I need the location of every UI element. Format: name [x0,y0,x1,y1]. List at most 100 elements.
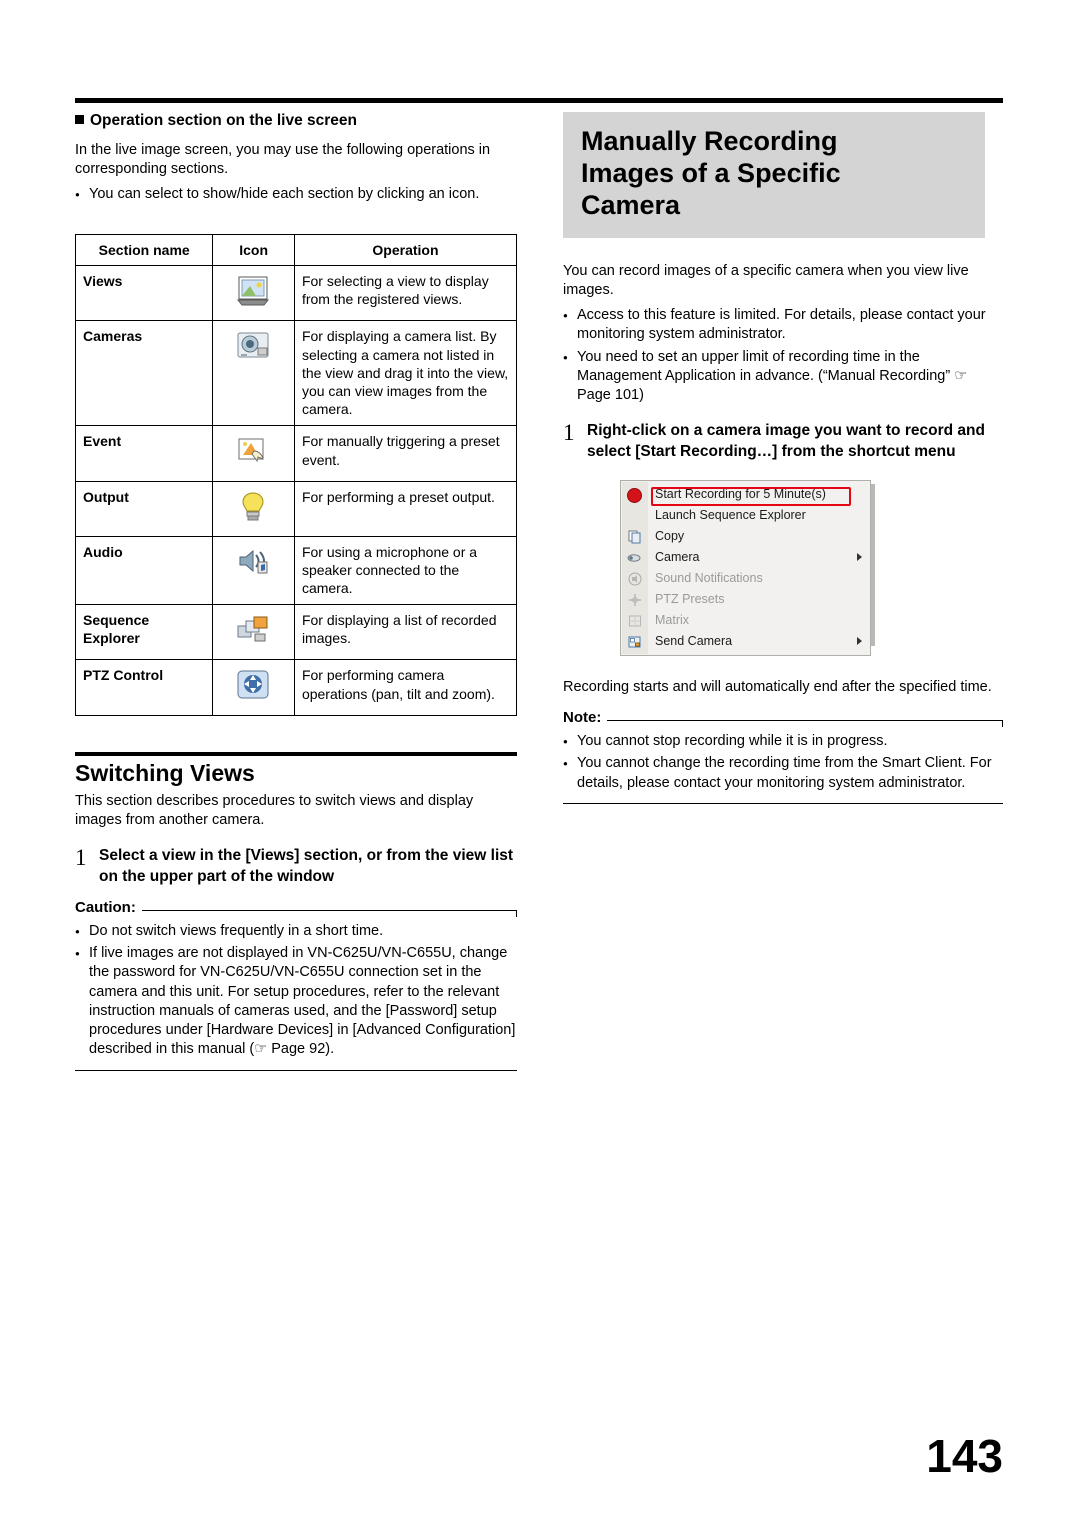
step-text: Right-click on a camera image you want t… [587,421,985,460]
event-icon [234,433,274,469]
menu-item-label: Camera [655,549,700,564]
cell-icon [212,480,295,537]
menu-item-label: Sound Notifications [655,570,763,585]
cell-operation: For displaying a camera list. By selecti… [293,320,518,427]
column-header-icon: Icon [212,233,295,267]
menu-item-label: Matrix [655,612,690,627]
table-row: Views For selecting a view to display fr… [74,265,518,322]
cell-operation: For performing a preset output. [293,480,518,537]
note-bottom-rule [563,802,1003,804]
list-item: Access to this feature is limited. For d… [563,306,1003,345]
step-number: 1 [75,844,87,870]
left-intro-paragraph: In the live image screen, you may use th… [75,141,491,177]
menu-item-label: Launch Sequence Explorer [655,507,806,522]
matrix-icon [627,613,643,629]
column-header-operation: Operation [293,233,518,267]
menu-item-label: Send Camera [655,633,733,648]
right-body: You can record images of a specific came… [563,262,1003,804]
caution-rule [141,909,518,917]
menu-item-sound-notifications[interactable]: Sound Notifications [621,568,870,589]
step-text: Select a view in the [Views] section, or… [99,846,514,885]
chapter-title-line-3: Camera [581,189,681,220]
chevron-right-icon [857,552,862,561]
list-item: You need to set an upper limit of record… [563,348,1003,406]
switching-views-step-1: 1 Select a view in the [Views] section, … [75,845,517,887]
caution-bottom-rule [75,1069,517,1071]
cell-section-name: Sequence Explorer [74,604,214,661]
caution-bullets: Do not switch views frequently in a shor… [75,922,517,1060]
audio-speaker-icon [234,544,274,580]
camera-icon [627,550,643,566]
cameras-icon [234,328,274,364]
menu-item-launch-sequence-explorer[interactable]: Launch Sequence Explorer [621,505,870,526]
document-page: Operation section on the live screen In … [0,0,1080,1527]
cell-section-name: Views [74,265,214,322]
table-row: Output For performing a preset output. [74,480,518,537]
sequence-explorer-icon [234,612,274,648]
note-label: Note: [563,708,602,726]
menu-item-label: PTZ Presets [655,591,725,606]
menu-item-ptz-presets[interactable]: PTZ Presets [621,589,870,610]
operation-section-heading-text: Operation section on the live screen [90,112,358,129]
ptz-control-icon [234,667,274,703]
table-row: Audio For using a microphone or a speake… [74,535,518,606]
caution-header: Caution: [75,898,518,917]
chevron-right-icon [857,636,862,645]
cell-operation: For manually triggering a preset event. [293,425,518,482]
menu-item-copy[interactable]: Copy [621,526,870,547]
cell-operation: For selecting a view to display from the… [293,265,518,322]
table-row: Event For manually triggering a preset e… [74,425,518,482]
menu-item-send-camera[interactable]: Send Camera [621,631,870,652]
right-column: Manually Recording Images of a Specific … [563,112,1003,804]
manual-recording-step-1: 1 Right-click on a camera image you want… [563,420,1003,462]
column-header-section-name: Section name [74,233,214,267]
cell-section-name-text: Sequence Explorer [83,612,150,647]
cell-icon [212,265,295,322]
shortcut-menu-figure: Start Recording for 5 Minute(s) Launch S… [620,479,875,656]
menu-item-camera[interactable]: Camera [621,547,870,568]
menu-item-matrix[interactable]: Matrix [621,610,870,631]
cell-section-name: Event [74,425,214,482]
cell-icon [212,604,295,661]
note-header: Note: [563,708,1003,727]
list-item: If live images are not displayed in VN-C… [75,944,517,1060]
chapter-title-line-1: Manually Recording [581,126,838,156]
views-icon [234,273,274,309]
operation-sections-table: Section name Icon Operation Views For se… [74,233,518,716]
list-item: You cannot change the recording time fro… [563,754,1003,793]
cell-icon [212,535,295,606]
step-number: 1 [563,419,575,445]
square-bullet-icon [75,115,84,124]
highlight-box [651,486,851,506]
table-row: Sequence Explorer For displaying a list … [74,604,518,661]
ptz-icon [627,592,643,608]
switching-views-rule [75,752,517,756]
cell-icon [212,320,295,427]
cell-section-name: Cameras [74,320,214,427]
cell-icon [212,659,295,716]
cell-operation: For performing camera operations (pan, t… [293,659,518,716]
note-bullets: You cannot stop recording while it is in… [563,732,1003,793]
menu-item-start-recording[interactable]: Start Recording for 5 Minute(s) [621,484,870,506]
page-number: 143 [926,1430,1003,1482]
switching-views-title: Switching Views [75,760,255,786]
output-lightbulb-icon [234,489,274,525]
top-divider-rule [75,98,1003,103]
chapter-title-box: Manually Recording Images of a Specific … [563,112,985,238]
note-rule [607,719,1003,727]
caution-label: Caution: [75,898,136,916]
table-row: PTZ Control For performing camera operat… [74,659,518,716]
after-menu-paragraph: Recording starts and will automatically … [563,678,992,695]
cell-section-name: Audio [74,535,214,606]
left-intro-bullets: You can select to show/hide each section… [75,185,517,205]
menu-item-label: Copy [655,528,685,543]
table-header-row: Section name Icon Operation [74,233,518,267]
right-intro-paragraph: You can record images of a specific came… [563,262,969,298]
list-item: Do not switch views frequently in a shor… [75,922,517,942]
left-column: Operation section on the live screen In … [75,112,517,207]
context-menu[interactable]: Start Recording for 5 Minute(s) Launch S… [620,479,871,656]
cell-icon [212,425,295,482]
list-item: You can select to show/hide each section… [75,185,517,205]
sound-icon [627,571,643,587]
right-intro-bullets: Access to this feature is limited. For d… [563,306,1003,405]
